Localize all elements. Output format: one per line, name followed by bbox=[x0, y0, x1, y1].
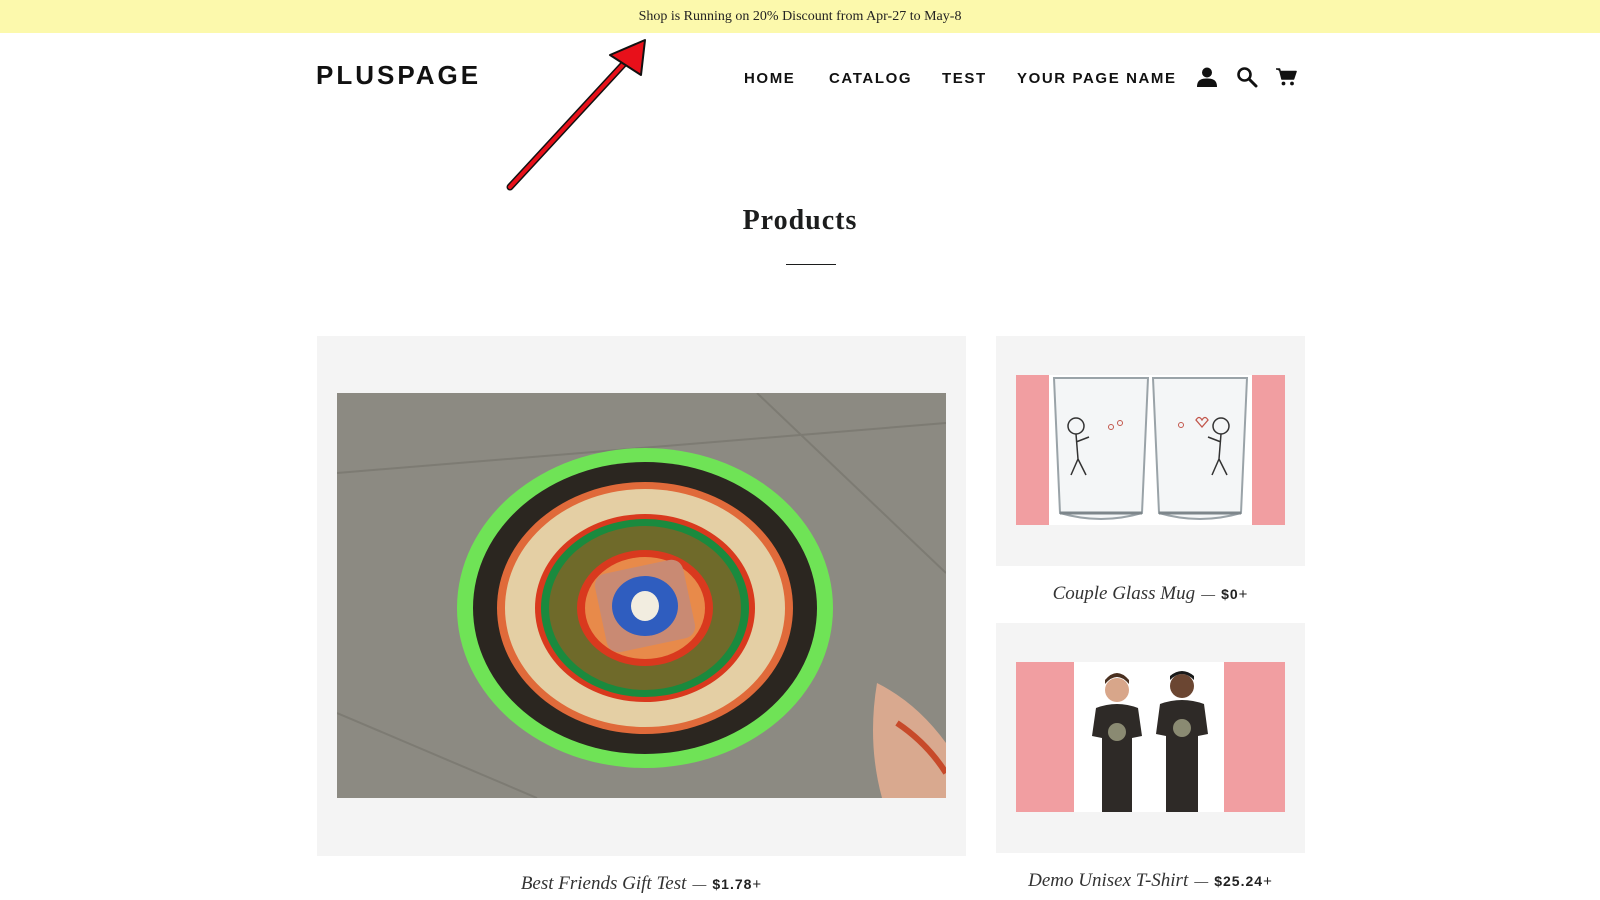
title-divider bbox=[786, 264, 836, 265]
nav-home[interactable]: HOME bbox=[744, 70, 795, 87]
main-nav: HOME CATALOG TEST YOUR PAGE NAME bbox=[0, 70, 1600, 90]
product-name[interactable]: Best Friends Gift Test bbox=[521, 873, 687, 894]
product-price: $1.78 bbox=[712, 876, 753, 892]
product-image-glass-mugs bbox=[1016, 375, 1285, 525]
product-card-demo-unisex-tshirt[interactable] bbox=[996, 623, 1305, 853]
product-image-couple-tshirts bbox=[1016, 662, 1285, 812]
nav-catalog[interactable]: CATALOG bbox=[829, 70, 912, 87]
product-price: $25.24 bbox=[1214, 873, 1264, 889]
price-separator: — bbox=[1194, 873, 1209, 889]
product-name[interactable]: Demo Unisex T-Shirt bbox=[1028, 870, 1188, 891]
account-icon[interactable] bbox=[1196, 66, 1218, 88]
price-separator: — bbox=[692, 876, 707, 892]
price-plus: + bbox=[1238, 586, 1248, 603]
product-caption-demo-unisex-tshirt: Demo Unisex T-Shirt — $25.24+ bbox=[800, 870, 1500, 892]
page-title: Products bbox=[742, 205, 858, 236]
search-icon[interactable] bbox=[1236, 66, 1258, 88]
announcement-bar: Shop is Running on 20% Discount from Apr… bbox=[0, 0, 1600, 33]
annotation-arrow bbox=[506, 39, 646, 191]
nav-test[interactable]: TEST bbox=[942, 70, 987, 87]
price-separator: — bbox=[1201, 586, 1216, 602]
product-price: $0 bbox=[1221, 586, 1239, 602]
cart-icon[interactable] bbox=[1275, 66, 1297, 88]
product-caption-couple-glass-mug: Couple Glass Mug — $0+ bbox=[800, 583, 1500, 605]
price-plus: + bbox=[1263, 873, 1272, 890]
nav-your-page-name[interactable]: YOUR PAGE NAME bbox=[1017, 70, 1177, 87]
product-card-couple-glass-mug[interactable] bbox=[996, 336, 1305, 566]
product-name[interactable]: Couple Glass Mug bbox=[1053, 583, 1196, 604]
announcement-text: Shop is Running on 20% Discount from Apr… bbox=[638, 8, 962, 24]
price-plus: + bbox=[752, 876, 762, 893]
